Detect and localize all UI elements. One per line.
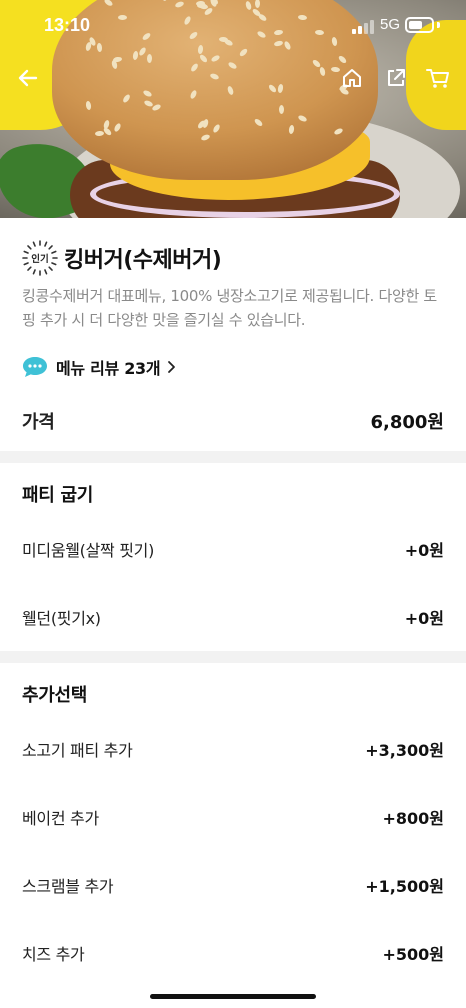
option-row-bacon[interactable]: 베이컨 추가 +800원: [22, 804, 444, 830]
option-price: +500원: [382, 945, 444, 964]
section-divider: [0, 451, 466, 463]
option-label: 스크램블 추가: [22, 877, 114, 896]
status-time: 13:10: [44, 15, 91, 35]
menu-description: 킹콩수제버거 대표메뉴, 100% 냉장소고기로 제공됩니다. 다양한 토핑 추…: [22, 287, 437, 329]
option-row-medium-well[interactable]: 미디움웰(살짝 핏기) +0원: [22, 536, 444, 562]
home-button[interactable]: [338, 64, 366, 92]
option-price: +800원: [382, 809, 444, 828]
price-value: 6,800원: [370, 412, 445, 433]
review-link-label: 메뉴 리뷰 23개: [56, 359, 161, 378]
price-row: 가격 6,800원: [22, 407, 444, 435]
option-label: 치즈 추가: [22, 945, 85, 964]
extra-section-title: 추가선택: [22, 685, 88, 706]
option-price: +0원: [404, 609, 444, 628]
chevron-right-icon: [168, 361, 176, 373]
option-label: 베이컨 추가: [22, 809, 99, 828]
home-indicator[interactable]: [150, 994, 316, 999]
back-button[interactable]: [14, 64, 42, 92]
battery-icon: [405, 17, 440, 33]
option-price: +1,500원: [365, 877, 444, 896]
cart-icon: [426, 69, 449, 88]
patty-section-title: 패티 굽기: [22, 485, 94, 506]
back-arrow-icon: [18, 69, 38, 87]
option-label: 웰던(핏기x): [22, 609, 101, 628]
option-price: +0원: [404, 541, 444, 560]
share-button[interactable]: [382, 64, 410, 92]
price-label: 가격: [22, 412, 55, 433]
chat-bubble-icon: [23, 357, 47, 377]
signal-icon: [352, 18, 376, 34]
cart-button[interactable]: [424, 64, 452, 92]
menu-review-link[interactable]: 메뉴 리뷰 23개: [22, 354, 176, 380]
status-bar: 13:10 5G: [0, 0, 466, 52]
menu-title: 킹버거(수제버거): [64, 248, 222, 273]
option-row-beef-patty[interactable]: 소고기 패티 추가 +3,300원: [22, 736, 444, 762]
home-icon: [343, 69, 361, 87]
popular-badge: 인기: [22, 240, 58, 276]
network-label: 5G: [380, 16, 401, 33]
option-label: 미디움웰(살짝 핏기): [22, 541, 155, 560]
option-row-cheese[interactable]: 치즈 추가 +500원: [22, 940, 444, 966]
share-icon: [388, 69, 405, 86]
option-row-well-done[interactable]: 웰던(핏기x) +0원: [22, 604, 444, 630]
option-price: +3,300원: [365, 741, 444, 760]
menu-title-row: 인기 킹버거(수제버거): [22, 240, 222, 276]
option-row-scramble[interactable]: 스크램블 추가 +1,500원: [22, 872, 444, 898]
popular-badge-label: 인기: [31, 254, 49, 265]
option-label: 소고기 패티 추가: [22, 741, 133, 760]
section-divider: [0, 651, 466, 663]
